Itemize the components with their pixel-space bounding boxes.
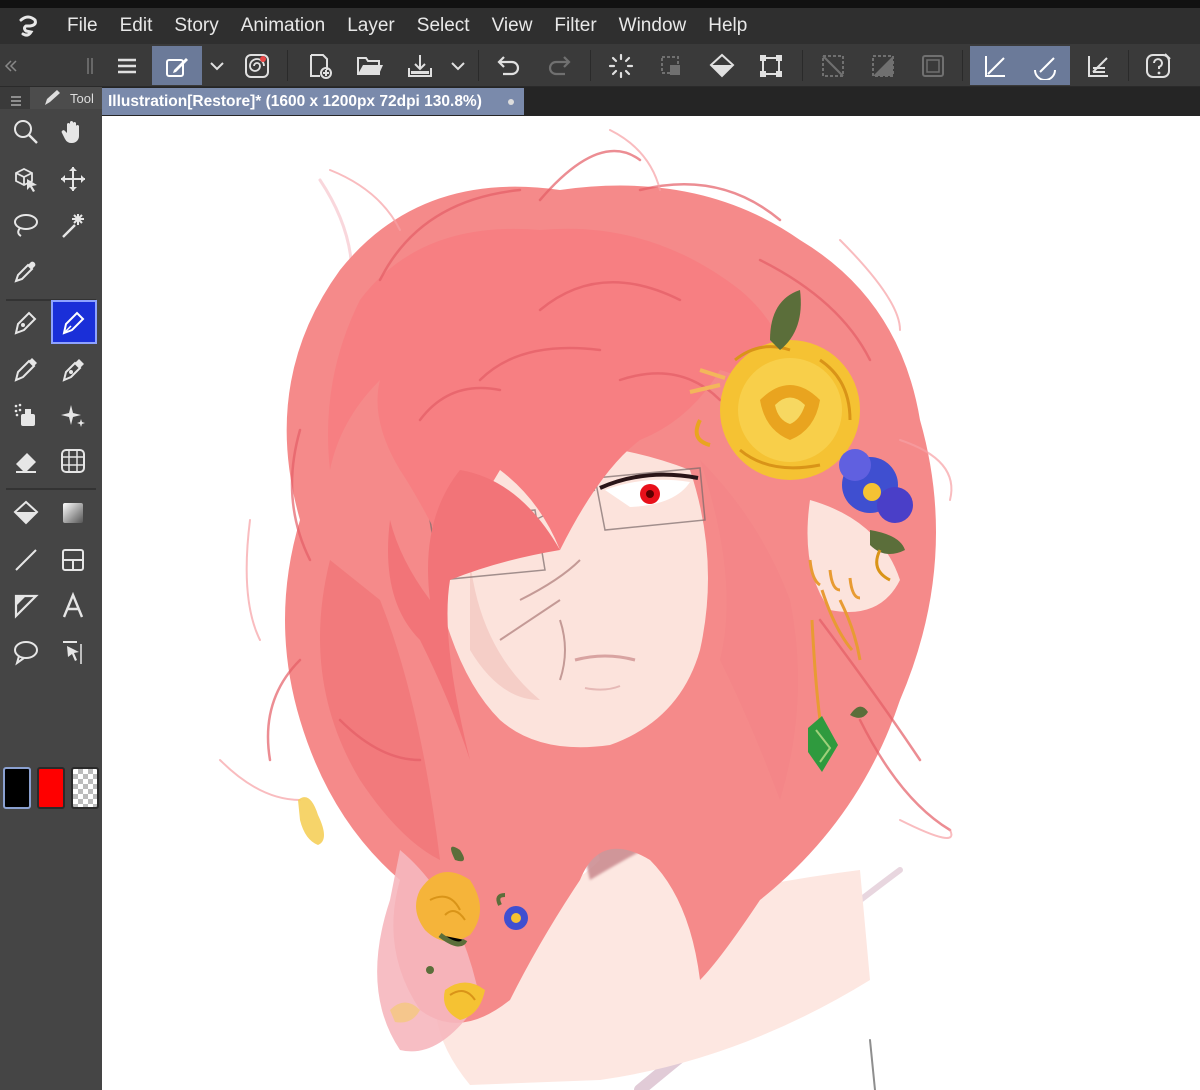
- panel-menu-icon[interactable]: [10, 93, 22, 111]
- figure-icon[interactable]: [5, 540, 47, 580]
- menu-window[interactable]: Window: [608, 8, 698, 44]
- tool-tab-label: Tool: [70, 90, 94, 106]
- menu-help[interactable]: Help: [697, 8, 758, 44]
- clip-studio-logo-icon[interactable]: [0, 8, 56, 44]
- window-top-strip: [0, 0, 1200, 8]
- move-icon[interactable]: [52, 159, 94, 199]
- menu-layer[interactable]: Layer: [336, 8, 406, 44]
- tab-tool[interactable]: Tool: [30, 87, 102, 109]
- pen-icon[interactable]: [5, 302, 47, 342]
- spiral-icon[interactable]: [236, 46, 278, 85]
- hand-icon[interactable]: [52, 112, 94, 152]
- text-icon[interactable]: [52, 586, 94, 626]
- ruler-icon[interactable]: [5, 586, 47, 626]
- deselect-icon[interactable]: [812, 46, 854, 85]
- tool-panel-header: Tool: [0, 87, 102, 109]
- border-icon[interactable]: [912, 46, 954, 85]
- menu-file[interactable]: File: [56, 8, 109, 44]
- gradient-icon[interactable]: [52, 493, 94, 533]
- separator: [590, 50, 591, 81]
- fill-icon[interactable]: [700, 46, 744, 85]
- edit-layer-icon[interactable]: [152, 46, 202, 85]
- main-color-swatch[interactable]: [3, 767, 31, 809]
- open-icon[interactable]: [348, 46, 392, 85]
- redo-icon[interactable]: [538, 46, 580, 85]
- fill-icon[interactable]: [5, 493, 47, 533]
- transform-icon[interactable]: [750, 46, 792, 85]
- invert-icon[interactable]: [862, 46, 904, 85]
- menu-animation[interactable]: Animation: [230, 8, 337, 44]
- menu-edit[interactable]: Edit: [109, 8, 164, 44]
- separator: [802, 50, 803, 81]
- menu-view[interactable]: View: [481, 8, 544, 44]
- tab-document[interactable]: Illustration[Restore]* (1600 x 1200px 72…: [102, 88, 524, 115]
- command-bar: [0, 44, 1200, 87]
- snap-grid-icon[interactable]: [1076, 46, 1120, 85]
- correct-line-icon[interactable]: [52, 632, 94, 672]
- help-icon[interactable]: [1136, 46, 1180, 85]
- separator: [6, 488, 96, 490]
- brush-icon[interactable]: [52, 349, 94, 389]
- lasso-select-icon[interactable]: [5, 205, 47, 245]
- pen-active-icon[interactable]: [51, 300, 97, 344]
- menu-select[interactable]: Select: [406, 8, 481, 44]
- clear-icon[interactable]: [600, 46, 642, 85]
- pen-tab-icon: [42, 89, 62, 112]
- dropdown-icon[interactable]: [444, 46, 472, 85]
- sub-color-swatch[interactable]: [37, 767, 65, 809]
- illustration-artwork: [102, 116, 1200, 1090]
- snap-ruler-icon[interactable]: [970, 46, 1020, 85]
- dropdown-icon[interactable]: [204, 46, 230, 85]
- pencil-icon[interactable]: [5, 349, 47, 389]
- blend-icon[interactable]: [52, 441, 94, 481]
- save-icon[interactable]: [398, 46, 442, 85]
- undo-icon[interactable]: [488, 46, 530, 85]
- magic-wand-icon[interactable]: [52, 205, 94, 245]
- snap-special-ruler-icon[interactable]: [1020, 46, 1070, 85]
- panel-grip-icon[interactable]: [84, 46, 96, 85]
- collapse-panel-icon[interactable]: [0, 46, 22, 85]
- separator: [6, 299, 96, 301]
- separator: [287, 50, 288, 81]
- separator: [962, 50, 963, 81]
- unsaved-dot-icon: [508, 99, 514, 105]
- zoom-icon[interactable]: [5, 112, 47, 152]
- tool-panel: Tool: [0, 87, 102, 1090]
- eyedropper-icon[interactable]: [5, 251, 47, 291]
- operation-icon[interactable]: [5, 159, 47, 199]
- eraser-icon[interactable]: [5, 441, 47, 481]
- airbrush-icon[interactable]: [5, 395, 47, 435]
- crop-icon[interactable]: [650, 46, 692, 85]
- menu-story[interactable]: Story: [163, 8, 229, 44]
- menu-bar: File Edit Story Animation Layer Select V…: [0, 8, 1200, 44]
- document-tab-bar: Illustration[Restore]* (1600 x 1200px 72…: [102, 87, 1200, 116]
- separator: [1128, 50, 1129, 81]
- balloon-icon[interactable]: [5, 632, 47, 672]
- new-icon[interactable]: [298, 46, 342, 85]
- transparent-color-swatch[interactable]: [71, 767, 99, 809]
- frame-icon[interactable]: [52, 540, 94, 580]
- yellow-rose: [720, 340, 860, 480]
- canvas[interactable]: [102, 116, 1200, 1090]
- decoration-icon[interactable]: [52, 395, 94, 435]
- separator: [478, 50, 479, 81]
- document-title: Illustration[Restore]* (1600 x 1200px 72…: [108, 92, 482, 110]
- menu-icon[interactable]: [108, 46, 146, 85]
- menu-filter[interactable]: Filter: [543, 8, 607, 44]
